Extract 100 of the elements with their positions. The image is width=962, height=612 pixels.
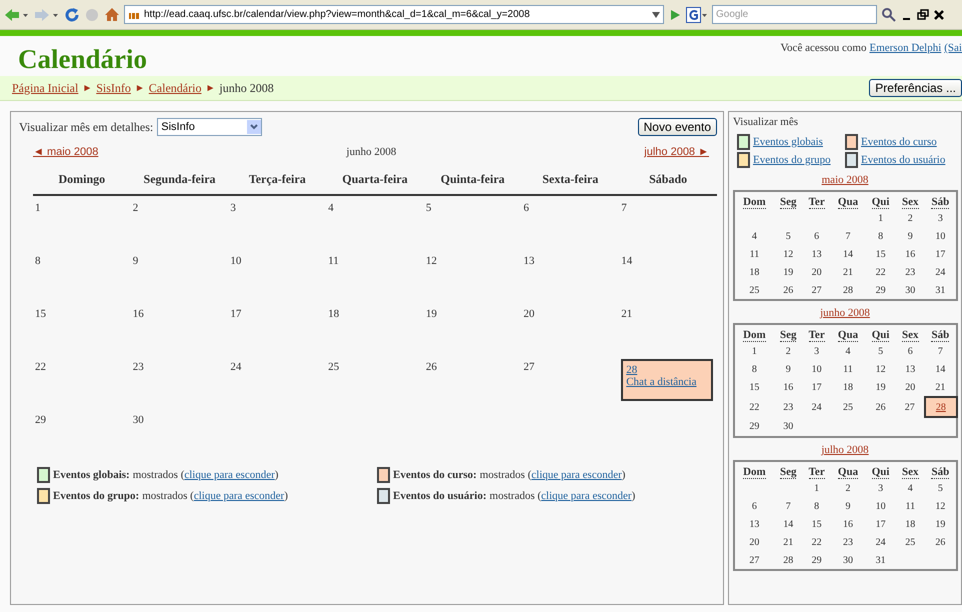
legend-link[interactable]: Eventos do curso [861,136,937,148]
weekday-header: Segunda-feira [144,172,216,186]
weekday-header: Seg [780,329,796,342]
legend-label: Eventos globais: [53,469,130,481]
day-number: 17 [935,248,946,260]
weekday-header: Qua [838,466,858,479]
legend-paren: ) [622,469,626,481]
weekday-header: Quarta-feira [342,172,408,186]
day-number: 2 [786,346,791,356]
day-number: 13 [812,248,822,260]
hide-link[interactable]: clique para esconder [194,490,284,502]
day-number: 6 [524,202,530,214]
day-number: 8 [878,230,884,242]
legend-status: mostrados ( [142,490,194,502]
new-event-button[interactable]: Novo evento [638,118,717,136]
legend-link[interactable]: Eventos globais [753,136,823,148]
day-number: 19 [935,518,946,530]
legend-status: mostrados ( [132,469,184,481]
day-number: 19 [783,266,794,278]
day-number: 5 [878,346,884,356]
current-month: junho 2008 [346,146,396,158]
day-number: 24 [812,402,822,412]
day-link[interactable]: 28 [626,364,708,376]
day-number: 18 [328,308,340,320]
logout-link[interactable]: (Sai [944,42,962,76]
day-number: 18 [905,518,916,530]
legend-paren: ) [632,490,636,502]
day-number: 21 [842,266,853,278]
weekday-header: Quinta-feira [440,172,505,186]
day-number: 25 [842,402,853,412]
search-field[interactable]: Google [712,5,877,24]
day-number: 30 [132,414,144,426]
day-number: 11 [843,364,853,374]
breadcrumb-link[interactable]: SisInfo [96,80,131,96]
weekday-header: Sex [902,329,919,342]
day-number: 26 [783,284,794,296]
day-number: 19 [426,308,437,320]
breadcrumb-separator: ► [82,82,92,94]
day-number: 7 [786,500,791,512]
day-number: 28 [783,554,794,566]
day-number: 11 [905,500,916,512]
day-number: 9 [908,230,913,242]
event-link[interactable]: Chat a distância [626,376,708,388]
day-number: 20 [524,308,535,320]
month-link[interactable]: julho 2008 [821,444,869,456]
weekday-header: Qui [872,329,890,342]
next-month-link[interactable]: julho 2008 ► [644,146,709,158]
hide-link[interactable]: clique para esconder [531,469,622,481]
user-link[interactable]: Emerson Delphi [869,42,942,76]
page-title: Calendário [18,44,148,76]
legend-status: mostrados ( [480,469,532,481]
day-number: 2 [845,482,850,494]
day-number: 4 [845,346,850,356]
legend-status: mostrados ( [490,490,542,502]
day-number: 24 [935,266,946,278]
day-number: 26 [426,361,437,373]
day-number: 3 [878,482,884,494]
day-number: 13 [749,518,760,530]
legend-link[interactable]: Eventos do usuário [861,154,946,166]
preferences-button[interactable]: Preferências ... [869,79,962,97]
day-number: 29 [749,421,760,432]
course-select[interactable]: SisInfo [157,118,262,136]
breadcrumb-separator: ► [134,82,145,94]
hide-link[interactable]: clique para esconder [541,490,632,502]
day-number: 18 [749,266,760,278]
day-number: 2 [908,212,913,224]
day-number: 27 [524,361,535,373]
day-number: 8 [814,500,820,512]
breadcrumb-link[interactable]: Página Inicial [12,80,78,96]
day-number: 4 [328,202,334,214]
day-number: 22 [749,402,760,412]
month-link[interactable]: maio 2008 [822,174,868,186]
weekday-header: Dom [743,196,766,209]
day-number: 21 [621,308,632,320]
weekday-header: Seg [780,196,796,209]
day-number: 12 [935,500,946,512]
day-number: 9 [845,500,850,512]
day-number: 10 [812,364,822,374]
day-number: 1 [35,202,40,214]
hide-link[interactable]: clique para esconder [184,469,275,481]
weekday-header: Ter [808,329,825,342]
breadcrumb-link[interactable]: Calendário [148,80,202,96]
weekday-header: Qui [872,196,890,209]
day-number: 25 [905,536,916,548]
day-number: 10 [876,500,886,512]
day-link[interactable]: 28 [936,402,946,412]
day-number: 6 [908,346,913,356]
prev-month-link[interactable]: ◄ maio 2008 [33,146,98,158]
day-number: 18 [842,382,853,393]
month-link[interactable]: junho 2008 [820,307,870,319]
day-number: 21 [935,382,946,392]
weekday-header: Sáb [931,196,950,209]
weekday-header: Domingo [58,172,106,186]
day-number: 26 [876,402,886,412]
day-number: 27 [749,554,760,566]
address-field[interactable]: http://ead.caaq.ufsc.br/calendar/view.php?view=month&cal_d=1&cal_m=6&cal_y=2008 [124,5,664,24]
day-number: 14 [935,364,946,374]
legend-link[interactable]: Eventos do grupo [753,154,831,166]
day-number: 15 [749,382,760,393]
day-number: 7 [845,230,850,242]
